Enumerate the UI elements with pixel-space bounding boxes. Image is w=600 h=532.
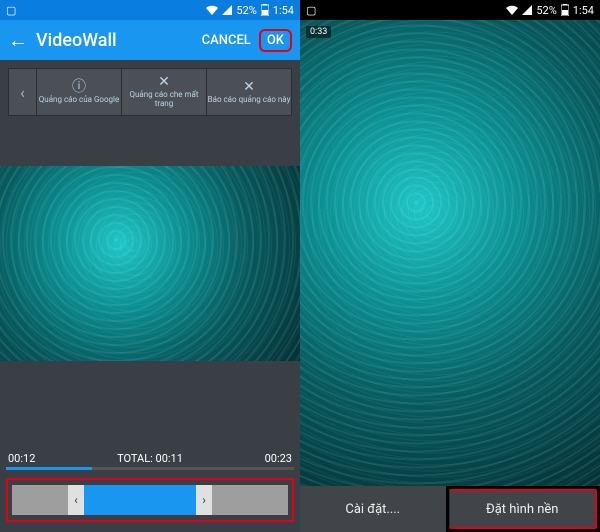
cancel-button[interactable]: CANCEL <box>202 33 251 48</box>
phone-right-wallpaper-preview: ▢ 52% 1:54 0:33 Cài đặt.... Đặt hình nền <box>300 0 600 532</box>
ad-option-google[interactable]: ⓘ Quảng cáo của Google <box>37 69 122 115</box>
status-bar-left: ▢ 52% 1:54 <box>0 0 300 20</box>
wallpaper-preview[interactable]: 0:33 <box>300 20 600 486</box>
battery-icon <box>261 4 269 16</box>
set-wallpaper-button[interactable]: Đặt hình nền <box>449 489 598 529</box>
battery-percent: 52% <box>236 4 256 17</box>
app-title: VideoWall <box>36 30 202 51</box>
bottom-action-bar: Cài đặt.... Đặt hình nền <box>300 486 600 532</box>
ad-option-cover[interactable]: ✕ Quảng cáo che mất trang <box>122 69 207 115</box>
battery-percent: 52% <box>536 4 556 17</box>
close-icon: ✕ <box>243 80 255 94</box>
video-preview[interactable] <box>0 166 300 361</box>
progress-fill <box>6 467 92 470</box>
status-bar-right: ▢ 52% 1:54 <box>300 0 600 20</box>
title-bar: ← VideoWall CANCEL OK <box>0 20 300 60</box>
battery-icon <box>561 4 569 16</box>
settings-button[interactable]: Cài đặt.... <box>300 486 446 532</box>
time-total: TOTAL: 00:11 <box>117 452 183 465</box>
time-end: 00:23 <box>265 452 292 465</box>
wifi-icon <box>206 5 218 15</box>
trim-handle-right[interactable]: › <box>196 485 212 515</box>
picture-icon: ▢ <box>6 4 16 17</box>
wifi-icon <box>506 5 518 15</box>
ok-button[interactable]: OK <box>259 29 292 52</box>
trim-slider[interactable]: ‹ › <box>6 478 294 522</box>
trim-track[interactable]: ‹ › <box>12 485 288 515</box>
clock: 1:54 <box>273 4 294 17</box>
time-progress-row: 00:12 TOTAL: 00:11 00:23 <box>0 452 300 470</box>
trim-selection <box>82 485 198 515</box>
picture-icon: ▢ <box>306 4 316 17</box>
ad-prev-icon[interactable]: ‹ <box>9 69 37 115</box>
time-start: 00:12 <box>8 452 35 465</box>
progress-track[interactable] <box>6 467 294 470</box>
signal-icon <box>222 5 232 15</box>
video-timestamp: 0:33 <box>306 26 331 38</box>
info-icon: ⓘ <box>72 80 86 94</box>
ad-banner: ‹ ⓘ Quảng cáo của Google ✕ Quảng cáo che… <box>8 68 292 116</box>
close-icon: ✕ <box>158 75 170 89</box>
signal-icon <box>522 5 532 15</box>
trim-handle-left[interactable]: ‹ <box>68 485 84 515</box>
phone-left-videowall: ▢ 52% 1:54 ← VideoWall CANCEL OK ‹ <box>0 0 300 532</box>
ad-option-report[interactable]: ✕ Báo cáo quảng cáo này <box>207 69 291 115</box>
back-arrow-icon[interactable]: ← <box>8 28 28 53</box>
clock: 1:54 <box>573 4 594 17</box>
